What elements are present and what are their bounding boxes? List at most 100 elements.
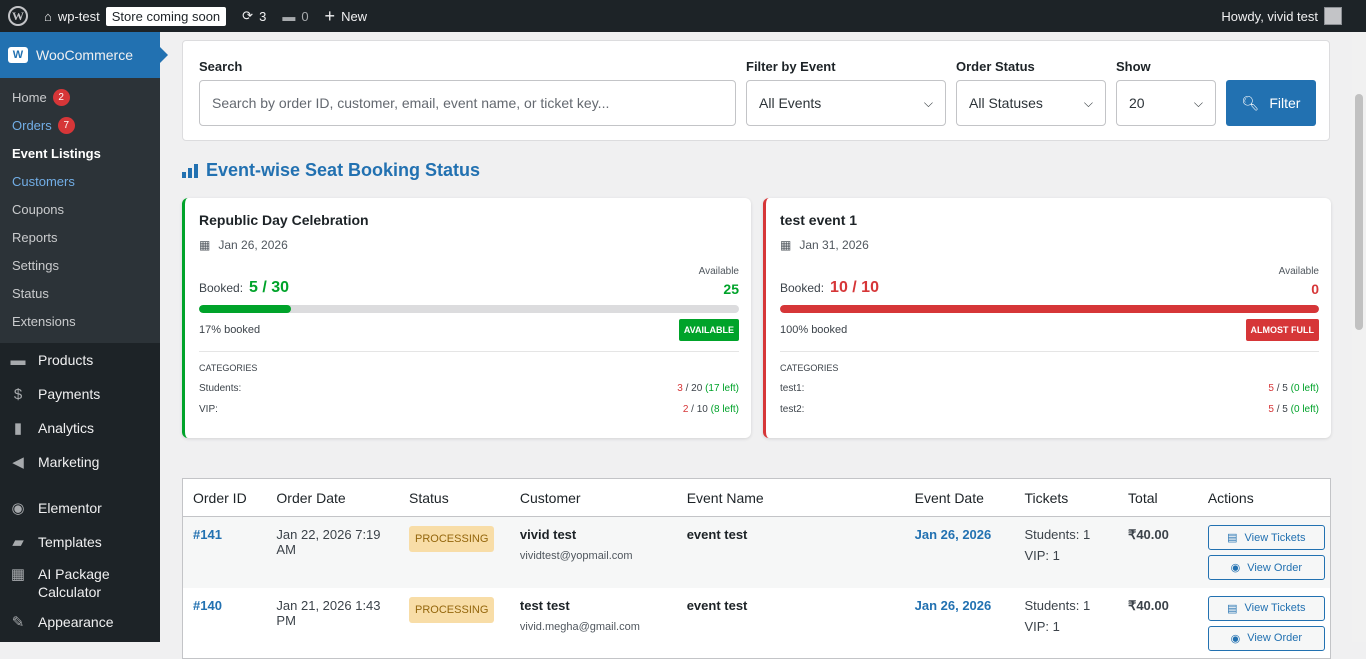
submenu-coupons[interactable]: Coupons xyxy=(0,195,160,223)
event-date: Jan 31, 2026 xyxy=(799,238,868,252)
store-status-badge[interactable]: Store coming soon xyxy=(106,7,226,26)
event-name: event test xyxy=(687,527,748,542)
button-label: View Order xyxy=(1247,562,1302,574)
status-select[interactable]: All Statuses⌵ xyxy=(956,80,1106,126)
show-label: Show xyxy=(1116,59,1151,74)
column-header[interactable]: Order ID xyxy=(183,479,267,517)
available-label: Available xyxy=(699,266,739,277)
event-card: test event 1 ▦Jan 31, 2026 Booked:10 / 1… xyxy=(763,198,1331,438)
category-name: Students: xyxy=(199,383,241,394)
sidebar-item-payments[interactable]: $Payments xyxy=(0,377,160,411)
button-label: View Tickets xyxy=(1245,532,1306,544)
event-select[interactable]: All Events⌵ xyxy=(746,80,946,126)
search-icon: 🔍︎ xyxy=(1242,95,1260,112)
comments-link[interactable]: ▬0 xyxy=(274,0,316,32)
bar-chart-icon: ▮ xyxy=(8,419,28,437)
ticket-count: Students: 1 xyxy=(1024,527,1118,542)
column-header[interactable]: Status xyxy=(399,479,510,517)
event-card: Republic Day Celebration ▦Jan 26, 2026 B… xyxy=(182,198,751,438)
view-tickets-button[interactable]: ▤ View Tickets xyxy=(1208,525,1325,550)
status-select-value: All Statuses xyxy=(969,95,1043,111)
show-select[interactable]: 20⌵ xyxy=(1116,80,1216,126)
order-id-link[interactable]: #141 xyxy=(193,527,222,542)
submenu-status[interactable]: Status xyxy=(0,279,160,307)
eye-icon: ◉ xyxy=(1231,632,1241,645)
column-header[interactable]: Total xyxy=(1118,479,1198,517)
dollar-icon: $ xyxy=(8,386,28,403)
progress-fill xyxy=(780,305,1319,313)
brush-icon: ✎ xyxy=(8,613,28,631)
column-header[interactable]: Tickets xyxy=(1014,479,1118,517)
column-header[interactable]: Event Date xyxy=(905,479,1015,517)
categories-label: CATEGORIES xyxy=(199,363,739,373)
category-total: / 5 xyxy=(1274,383,1291,394)
category-total: / 10 xyxy=(688,404,710,415)
search-input[interactable]: Search by order ID, customer, email, eve… xyxy=(199,80,736,126)
customer-email: vividtest@yopmail.com xyxy=(520,550,677,562)
site-name-link[interactable]: ⌂wp-testStore coming soon xyxy=(36,0,234,32)
status-badge: PROCESSING xyxy=(409,526,494,552)
category-row: VIP:2 / 10 (8 left) xyxy=(199,404,739,415)
column-header[interactable]: Order Date xyxy=(266,479,399,517)
admin-sidebar: WWooCommerce Home2 Orders7 Event Listing… xyxy=(0,32,160,642)
comment-icon: ▬ xyxy=(282,9,295,24)
show-select-value: 20 xyxy=(1129,95,1145,111)
sidebar-item-elementor[interactable]: ◉Elementor xyxy=(0,491,160,525)
sidebar-item-label: Appearance xyxy=(38,614,114,630)
sidebar-item-marketing[interactable]: ◀Marketing xyxy=(0,445,160,479)
sidebar-item-analytics[interactable]: ▮Analytics xyxy=(0,411,160,445)
calculator-icon: ▦ xyxy=(8,565,28,583)
submenu-settings[interactable]: Settings xyxy=(0,251,160,279)
submenu-label: Orders xyxy=(12,118,52,133)
account-menu[interactable]: Howdy, vivid test xyxy=(1221,7,1366,25)
submenu-event-listings[interactable]: Event Listings xyxy=(0,139,160,167)
category-total: / 20 xyxy=(683,383,705,394)
submenu-customers[interactable]: Customers xyxy=(0,167,160,195)
sidebar-item-templates[interactable]: ▰Templates xyxy=(0,525,160,559)
sidebar-item-label: Elementor xyxy=(38,500,102,516)
customer-name: test test xyxy=(520,598,570,613)
booking-progress-bar xyxy=(199,305,739,313)
customer-email: vivid.megha@gmail.com xyxy=(520,621,677,633)
table-row: #140 Jan 21, 2026 1:43 PM PROCESSING tes… xyxy=(183,588,1331,659)
chevron-down-icon: ⌵ xyxy=(924,96,933,111)
ticket-count: VIP: 1 xyxy=(1024,548,1118,563)
sidebar-item-appearance[interactable]: ✎ Appearance xyxy=(0,605,160,639)
scrollbar[interactable] xyxy=(1352,32,1366,642)
sidebar-item-products[interactable]: ▬Products xyxy=(0,343,160,377)
submenu-reports[interactable]: Reports xyxy=(0,223,160,251)
event-date: Jan 26, 2026 xyxy=(915,598,992,613)
filter-button[interactable]: 🔍︎Filter xyxy=(1226,80,1316,126)
event-name: Republic Day Celebration xyxy=(199,212,739,228)
bar-chart-icon xyxy=(182,164,198,178)
category-count: 5 / 5 (0 left) xyxy=(1268,404,1319,415)
column-header[interactable]: Actions xyxy=(1198,479,1331,517)
calendar-icon: ▦ xyxy=(780,238,791,252)
column-header[interactable]: Event Name xyxy=(677,479,905,517)
wordpress-logo-button[interactable]: W xyxy=(0,0,36,32)
submenu-orders[interactable]: Orders7 xyxy=(0,111,160,139)
sidebar-item-ai-package-calculator[interactable]: ▦ AI Package Calculator xyxy=(0,559,160,605)
available-label: Available xyxy=(1279,266,1319,277)
sidebar-item-woocommerce[interactable]: WWooCommerce xyxy=(0,32,160,78)
new-content-link[interactable]: +New xyxy=(317,0,376,32)
scrollbar-thumb[interactable] xyxy=(1355,94,1363,330)
ticket-icon: ▤ xyxy=(1227,531,1237,544)
booking-progress-bar xyxy=(780,305,1319,313)
admin-bar: W ⌂wp-testStore coming soon ⟳3 ▬0 +New H… xyxy=(0,0,1366,32)
status-badge: ALMOST FULL xyxy=(1246,319,1320,341)
column-header[interactable]: Customer xyxy=(510,479,677,517)
admin-menu: ▬Products $Payments ▮Analytics ◀Marketin… xyxy=(0,343,160,639)
view-order-button[interactable]: ◉View Order xyxy=(1208,555,1325,580)
woocommerce-submenu: Home2 Orders7 Event Listings Customers C… xyxy=(0,78,160,343)
submenu-extensions[interactable]: Extensions xyxy=(0,307,160,335)
order-id-link[interactable]: #140 xyxy=(193,598,222,613)
view-order-button[interactable]: ◉View Order xyxy=(1208,626,1325,651)
sidebar-item-label: AI Package Calculator xyxy=(38,565,128,601)
updates-count: 3 xyxy=(259,9,266,24)
updates-link[interactable]: ⟳3 xyxy=(234,0,274,32)
categories-label: CATEGORIES xyxy=(780,363,1319,373)
category-count: 5 / 5 (0 left) xyxy=(1268,383,1319,394)
submenu-home[interactable]: Home2 xyxy=(0,83,160,111)
view-tickets-button[interactable]: ▤View Tickets xyxy=(1208,596,1325,621)
